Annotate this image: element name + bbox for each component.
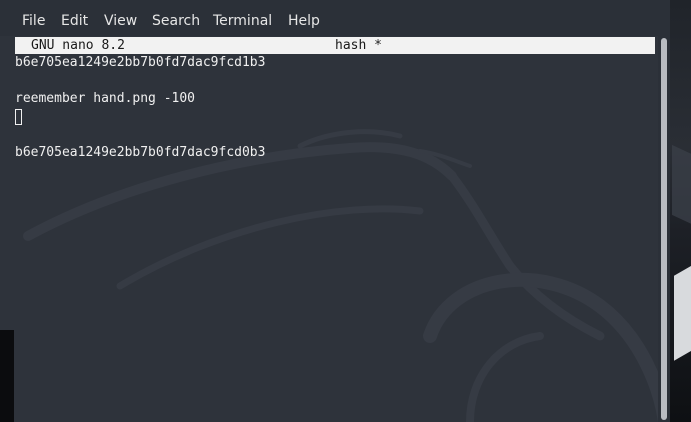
desktop-wallpaper-shape xyxy=(674,264,691,361)
buffer-line: b6e705ea1249e2bb7b0fd7dac9fcd1b3 xyxy=(15,55,266,70)
menu-search[interactable]: Search xyxy=(152,12,200,30)
nano-filename: hash * xyxy=(335,38,382,53)
menu-file[interactable]: File xyxy=(22,12,45,30)
nano-version: GNU nano 8.2 xyxy=(31,38,125,53)
scrollbar-thumb[interactable] xyxy=(661,38,667,420)
menu-help[interactable]: Help xyxy=(288,12,320,30)
buffer-line: reemember hand.png -100 xyxy=(15,91,196,106)
scrollbar[interactable] xyxy=(658,36,670,422)
menu-view[interactable]: View xyxy=(104,12,137,30)
menu-terminal[interactable]: Terminal xyxy=(213,12,272,30)
desktop-wallpaper-shape xyxy=(672,144,691,226)
buffer-line: b6e705ea1249e2bb7b0fd7dac9fcd0b3 xyxy=(15,145,266,160)
terminal-window: File Edit View Search Terminal Help GNU … xyxy=(0,0,670,422)
terminal-area[interactable]: GNU nano 8.2 hash * b6e705ea1249e2bb7b0f… xyxy=(0,36,670,422)
menu-bar: File Edit View Search Terminal Help xyxy=(0,0,670,36)
nano-title-bar: GNU nano 8.2 hash * xyxy=(15,37,655,54)
desktop-wallpaper-shape xyxy=(0,330,14,422)
menu-edit[interactable]: Edit xyxy=(61,12,88,30)
text-cursor xyxy=(15,109,22,125)
